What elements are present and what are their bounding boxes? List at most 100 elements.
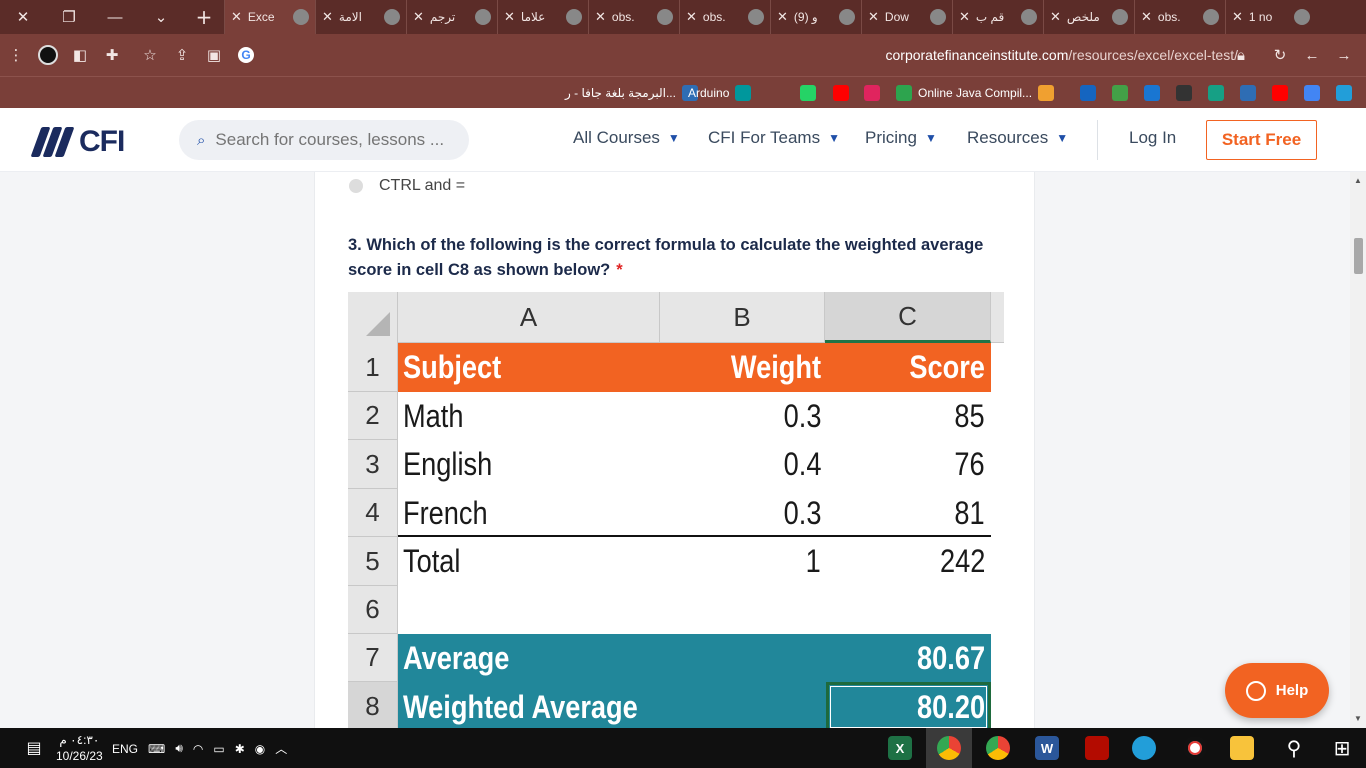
close-tab-icon[interactable]: ✕ <box>1141 9 1152 25</box>
close-window-icon[interactable]: ✕ <box>0 0 46 34</box>
search-taskbar-icon[interactable]: ⚲ <box>1280 728 1308 768</box>
excel-taskbar-icon[interactable]: X <box>886 728 914 768</box>
bookmark-item[interactable] <box>800 83 816 103</box>
bookmark-item[interactable] <box>1176 83 1192 103</box>
nav-resources[interactable]: Resources ▼ <box>967 128 1068 148</box>
search-box[interactable]: ⌕ <box>179 120 469 160</box>
minimize-window-icon[interactable]: — <box>92 0 138 34</box>
scroll-up-icon[interactable]: ▲ <box>1354 176 1362 185</box>
search-input[interactable] <box>215 130 446 150</box>
recorder-taskbar-icon[interactable] <box>1181 728 1209 768</box>
bookmark-item[interactable]: Online Java Compil... <box>918 83 1055 103</box>
menu-kebab-icon[interactable]: ⋮ <box>0 34 32 76</box>
bookmark-item[interactable] <box>1240 83 1256 103</box>
browser-tab[interactable]: ✕ obs. <box>1134 0 1225 34</box>
extensions-icon[interactable]: ✚ <box>96 34 128 76</box>
close-tab-icon[interactable]: ✕ <box>322 9 333 25</box>
bookmark-item[interactable] <box>1336 83 1352 103</box>
browser-tab[interactable]: ✕ ملخص <box>1043 0 1134 34</box>
tab-search-icon[interactable]: ⌄ <box>138 0 184 34</box>
windows-start-icon[interactable]: ⊞ <box>1328 728 1356 768</box>
sidepanel-icon[interactable]: ◧ <box>64 34 96 76</box>
bookmark-item[interactable] <box>1112 83 1128 103</box>
close-tab-icon[interactable]: ✕ <box>1232 9 1243 25</box>
cell-c: 242 <box>939 543 985 579</box>
forward-arrow-icon[interactable]: → <box>1328 34 1360 76</box>
close-tab-icon[interactable]: ✕ <box>959 9 970 25</box>
cell-b: 0.3 <box>783 397 821 434</box>
browser-tab[interactable]: ✕ obs. <box>588 0 679 34</box>
bookmark-item[interactable] <box>864 83 880 103</box>
security-icon[interactable]: ✱ <box>235 742 245 756</box>
volume-icon[interactable]: 🔊︎ <box>175 741 183 756</box>
browser-tab[interactable]: ✕ ترجم <box>406 0 497 34</box>
browser-tab[interactable]: ✕ Dow <box>861 0 952 34</box>
bookmark-item[interactable] <box>1272 83 1288 103</box>
close-tab-icon[interactable]: ✕ <box>1050 9 1061 25</box>
keyboard-icon[interactable]: ⌨ <box>148 742 165 756</box>
close-tab-icon[interactable]: ✕ <box>686 9 697 25</box>
back-arrow-icon[interactable]: ← <box>1296 34 1328 76</box>
cfi-logo[interactable]: CFI <box>30 125 125 159</box>
bookmark-item[interactable] <box>1080 83 1096 103</box>
chrome-profile-taskbar-icon[interactable] <box>984 728 1012 768</box>
browser-tab[interactable]: ✕ 1 no <box>1225 0 1316 34</box>
acrobat-taskbar-icon[interactable] <box>1083 728 1111 768</box>
bookmark-item[interactable]: Arduino <box>688 83 752 103</box>
new-tab-button[interactable]: + <box>184 5 224 29</box>
reload-icon[interactable]: ↻ <box>1264 34 1296 76</box>
login-link[interactable]: Log In <box>1129 128 1176 148</box>
bookmark-item[interactable] <box>1304 83 1320 103</box>
word-taskbar-icon[interactable]: W <box>1033 728 1061 768</box>
notifications-icon[interactable]: ▤ <box>20 728 48 768</box>
nav-cfi-for-teams[interactable]: CFI For Teams ▼ <box>708 128 840 148</box>
profile-avatar-icon[interactable] <box>32 34 64 76</box>
bookmark-item[interactable] <box>1208 83 1224 103</box>
bookmark-item[interactable]: البرمجة بلغة جافا - ر... <box>565 83 698 103</box>
chrome-taskbar-icon[interactable] <box>926 728 972 768</box>
nav-pricing[interactable]: Pricing ▼ <box>865 128 937 148</box>
wifi-icon[interactable]: ◠ <box>193 742 203 756</box>
language-indicator[interactable]: ENG <box>112 742 138 756</box>
close-tab-icon[interactable]: ✕ <box>231 9 242 25</box>
close-tab-icon[interactable]: ✕ <box>777 9 788 25</box>
close-tab-icon[interactable]: ✕ <box>504 9 515 25</box>
scroll-down-icon[interactable]: ▼ <box>1354 714 1362 723</box>
bookmark-favicon-icon <box>1176 85 1192 101</box>
browser-tab[interactable]: ✕ الامة <box>315 0 406 34</box>
browser-tab[interactable]: ✕ (9) و <box>770 0 861 34</box>
close-tab-icon[interactable]: ✕ <box>413 9 424 25</box>
scrollbar-thumb[interactable] <box>1354 238 1363 274</box>
question-text: 3. Which of the following is the correct… <box>348 233 1008 283</box>
close-tab-icon[interactable]: ✕ <box>868 9 879 25</box>
tray-expand-icon[interactable]: ︿ <box>275 740 287 757</box>
url-text[interactable]: corporatefinanceinstitute.com/resources/… <box>886 47 1239 63</box>
share-icon[interactable]: ⇪ <box>166 34 198 76</box>
page-scrollbar[interactable]: ▲ ▼ <box>1350 172 1366 728</box>
cell-a: Total <box>403 543 461 579</box>
browser-tab[interactable]: ✕ Exce <box>224 0 315 34</box>
bookmarks-bar: البرمجة بلغة جافا - ر... Arduino Online Ja… <box>0 76 1366 108</box>
browser-tab[interactable]: ✕ قم ب <box>952 0 1043 34</box>
bookmark-star-icon[interactable]: ☆ <box>134 34 166 76</box>
browser-tab[interactable]: ✕ obs. <box>679 0 770 34</box>
answer-option[interactable]: CTRL and = <box>349 177 465 195</box>
file-explorer-taskbar-icon[interactable] <box>1228 728 1256 768</box>
restore-window-icon[interactable]: ❐ <box>46 0 92 34</box>
sheet-row: Math 0.3 85 <box>398 392 991 440</box>
meet-icon[interactable]: ◉ <box>255 742 265 756</box>
bookmark-item[interactable] <box>896 83 912 103</box>
browser-tab[interactable]: ✕ علاما <box>497 0 588 34</box>
close-tab-icon[interactable]: ✕ <box>595 9 606 25</box>
cast-icon[interactable]: ▣ <box>198 34 230 76</box>
start-free-button[interactable]: Start Free <box>1206 120 1317 160</box>
nav-all-courses[interactable]: All Courses ▼ <box>573 128 680 148</box>
radio-button[interactable] <box>349 179 363 193</box>
bookmark-item[interactable] <box>833 83 849 103</box>
cell-a: Math <box>403 397 464 434</box>
clock[interactable]: ٠٤:٣٠ م 10/26/23 <box>56 732 103 764</box>
bookmark-item[interactable] <box>1144 83 1160 103</box>
help-button[interactable]: Help <box>1225 663 1329 718</box>
telegram-taskbar-icon[interactable] <box>1130 728 1158 768</box>
battery-icon[interactable]: ▭ <box>213 742 224 756</box>
